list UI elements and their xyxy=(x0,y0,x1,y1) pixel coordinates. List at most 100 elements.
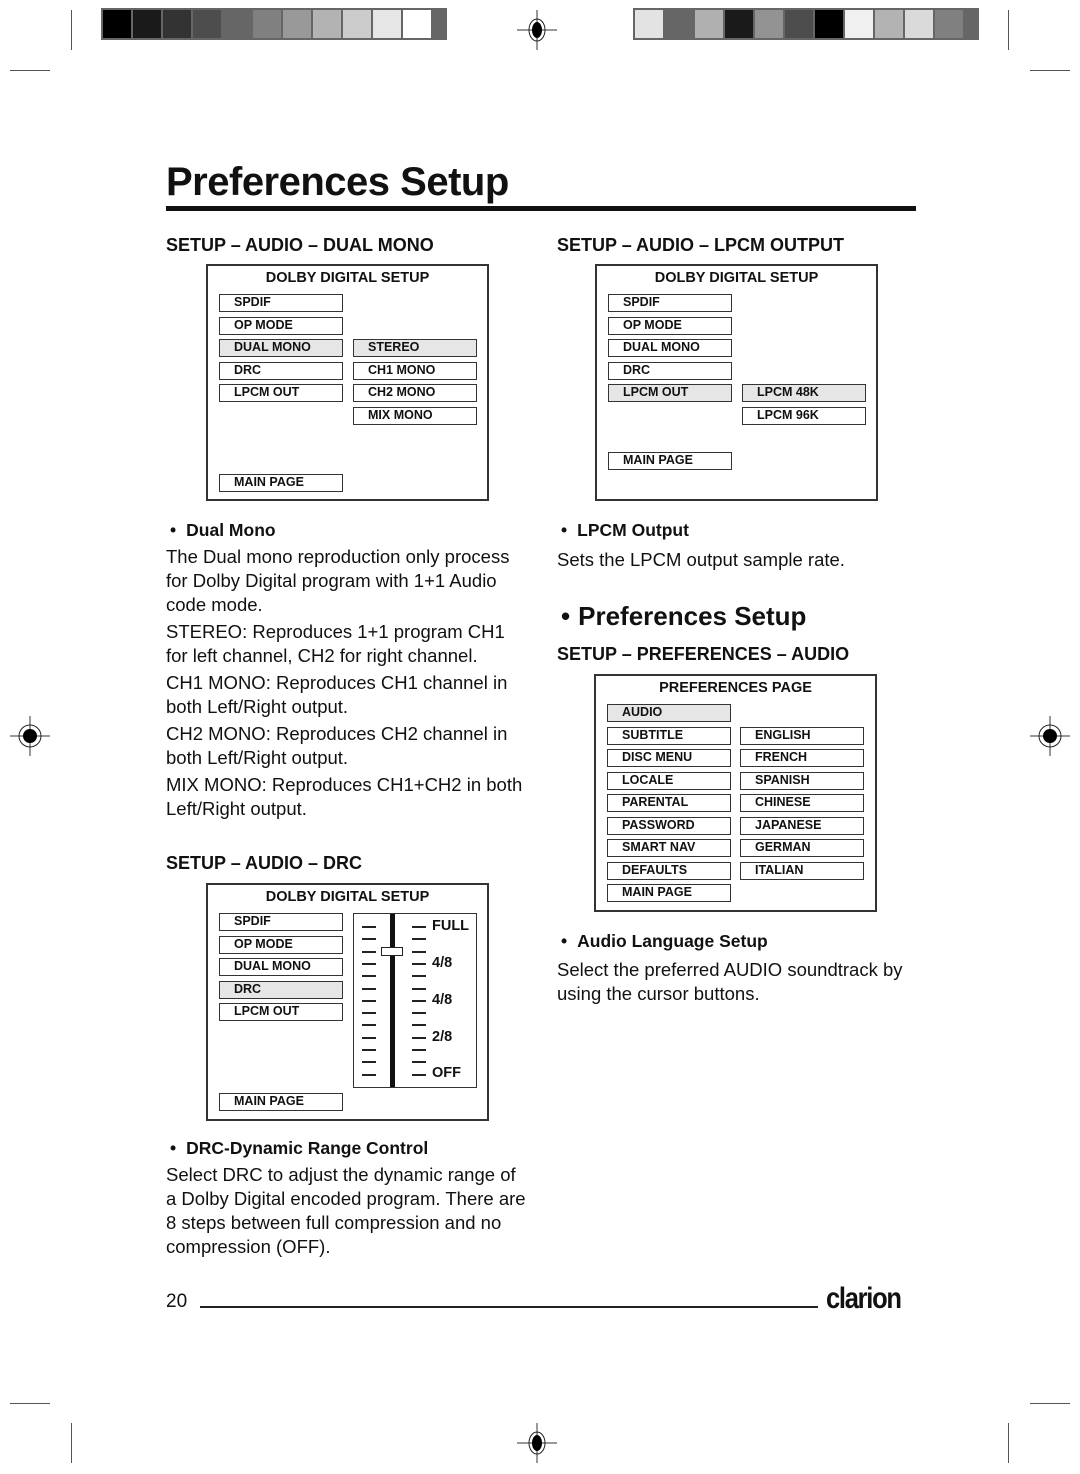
osd-language-option[interactable]: ITALIAN xyxy=(740,861,864,880)
osd-language-option[interactable]: FRENCH xyxy=(740,749,864,767)
gray-swatch xyxy=(253,10,281,38)
osd-option-ch1-mono[interactable]: CH1 MONO xyxy=(353,362,477,380)
osd-item-spdif[interactable]: SPDIF xyxy=(219,294,343,312)
paragraph: Sets the LPCM output sample rate. xyxy=(557,549,845,570)
osd-item-lpcm-out[interactable]: LPCM OUT xyxy=(608,384,732,402)
osd-title: DOLBY DIGITAL SETUP xyxy=(265,889,430,905)
slider-tick xyxy=(412,1024,426,1027)
osd-item-spdif[interactable]: SPDIF xyxy=(219,913,343,931)
osd-option-lpcm-96k[interactable]: LPCM 96K xyxy=(742,407,866,425)
osd-item-drc[interactable]: DRC xyxy=(219,981,343,999)
drc-slider[interactable]: FULL 4/8 4/8 2/8 OFF xyxy=(353,913,477,1088)
page-title: Preferences Setup xyxy=(166,160,509,204)
slider-tick xyxy=(412,1036,426,1039)
slider-tick xyxy=(412,999,426,1002)
gray-swatch xyxy=(133,10,161,38)
gray-swatch xyxy=(695,10,723,38)
gray-swatch xyxy=(815,10,843,38)
paragraph: CH1 MONO: Reproduces CH1 channel in both… xyxy=(166,672,508,717)
crop-mark xyxy=(10,1403,50,1404)
crop-mark xyxy=(71,1423,72,1463)
osd-menu-item[interactable]: SUBTITLE xyxy=(607,726,731,745)
paragraph: CH2 MONO: Reproduces CH2 channel in both… xyxy=(166,723,508,768)
slider-tick xyxy=(412,926,426,928)
paragraph: MIX MONO: Reproduces CH1+CH2 in both Lef… xyxy=(166,774,523,819)
gray-swatch xyxy=(785,10,813,38)
paragraph: STEREO: Reproduces 1+1 program CH1 for l… xyxy=(166,621,505,666)
dual-mono-text: The Dual mono reproduction only process … xyxy=(166,545,531,824)
gray-swatch xyxy=(845,10,873,38)
osd-menu-item[interactable]: LOCALE xyxy=(607,771,731,790)
drc-text: Select DRC to adjust the dynamic range o… xyxy=(166,1163,531,1262)
slider-tick xyxy=(412,975,426,978)
crop-mark xyxy=(1008,10,1009,50)
osd-item-drc[interactable]: DRC xyxy=(219,362,343,380)
osd-menu-item[interactable]: AUDIO xyxy=(607,704,731,722)
gray-swatch xyxy=(163,10,191,38)
osd-item-op-mode[interactable]: OP MODE xyxy=(219,317,343,335)
osd-item-dual-mono[interactable]: DUAL MONO xyxy=(608,339,732,357)
osd-item-dual-mono[interactable]: DUAL MONO xyxy=(219,958,343,976)
gray-swatch xyxy=(403,10,431,38)
osd-main-page-button[interactable]: MAIN PAGE xyxy=(219,474,343,492)
osd-item-op-mode[interactable]: OP MODE xyxy=(219,936,343,954)
slider-knob[interactable] xyxy=(381,946,403,956)
slider-tick xyxy=(412,950,426,953)
osd-item-op-mode[interactable]: OP MODE xyxy=(608,317,732,335)
osd-main-page-button[interactable]: MAIN PAGE xyxy=(219,1093,343,1111)
osd-item-drc[interactable]: DRC xyxy=(608,362,732,380)
preferences-section-title: • Preferences Setup xyxy=(561,601,806,632)
osd-item-lpcm-out[interactable]: LPCM OUT xyxy=(219,1003,343,1021)
slider-tick xyxy=(362,1049,376,1051)
osd-item-spdif[interactable]: SPDIF xyxy=(608,294,732,312)
osd-menu-item[interactable]: DISC MENU xyxy=(607,749,731,767)
slider-tick xyxy=(362,1073,376,1076)
osd-title: DOLBY DIGITAL SETUP xyxy=(654,270,819,286)
osd-item-dual-mono[interactable]: DUAL MONO xyxy=(219,339,343,357)
osd-menu-item[interactable]: SMART NAV xyxy=(607,839,731,857)
slider-label-4-8: 4/8 xyxy=(432,955,453,971)
slider-tick xyxy=(412,1073,426,1076)
slider-track xyxy=(390,914,395,1087)
paragraph: Select the preferred AUDIO soundtrack by… xyxy=(557,959,903,1004)
title-rule xyxy=(166,206,916,211)
dual-mono-osd: DOLBY DIGITAL SETUP SPDIF OP MODE DUAL M… xyxy=(206,264,489,501)
gray-swatch xyxy=(283,10,311,38)
osd-menu-item[interactable]: MAIN PAGE xyxy=(607,884,731,902)
paragraph: Select DRC to adjust the dynamic range o… xyxy=(166,1164,526,1257)
slider-tick xyxy=(362,1036,376,1039)
gray-swatch xyxy=(103,10,131,38)
osd-menu-item[interactable]: PASSWORD xyxy=(607,816,731,835)
lpcm-osd: DOLBY DIGITAL SETUP SPDIF OP MODE DUAL M… xyxy=(595,264,878,501)
crop-mark xyxy=(1030,1403,1070,1404)
osd-language-option[interactable]: CHINESE xyxy=(740,794,864,812)
osd-language-option[interactable]: GERMAN xyxy=(740,839,864,857)
osd-title: PREFERENCES PAGE xyxy=(659,680,812,696)
slider-tick xyxy=(362,987,376,990)
calibration-bar-right xyxy=(633,8,979,40)
slider-tick xyxy=(362,975,376,978)
slider-tick xyxy=(412,987,426,990)
osd-option-mix-mono[interactable]: MIX MONO xyxy=(353,407,477,425)
dual-mono-bullet: Dual Mono xyxy=(170,520,275,541)
gray-swatch xyxy=(665,10,693,38)
osd-option-stereo[interactable]: STEREO xyxy=(353,339,477,357)
crop-mark xyxy=(1008,1423,1009,1463)
osd-option-lpcm-48k[interactable]: LPCM 48K xyxy=(742,384,866,402)
osd-language-option[interactable]: SPANISH xyxy=(740,771,864,790)
audio-language-bullet: Audio Language Setup xyxy=(561,931,768,952)
osd-main-page-button[interactable]: MAIN PAGE xyxy=(608,452,732,470)
paragraph: The Dual mono reproduction only process … xyxy=(166,546,510,615)
lpcm-heading: SETUP – AUDIO – LPCM OUTPUT xyxy=(557,235,845,255)
gray-swatch xyxy=(313,10,341,38)
osd-menu-item[interactable]: PARENTAL xyxy=(607,794,731,812)
calibration-bar-left xyxy=(101,8,447,40)
osd-language-option[interactable]: JAPANESE xyxy=(740,816,864,835)
osd-menu-item[interactable]: DEFAULTS xyxy=(607,861,731,880)
osd-language-option[interactable]: ENGLISH xyxy=(740,726,864,745)
gray-swatch xyxy=(755,10,783,38)
osd-option-ch2-mono[interactable]: CH2 MONO xyxy=(353,384,477,402)
slider-tick xyxy=(362,1061,376,1064)
gray-swatch xyxy=(905,10,933,38)
osd-item-lpcm-out[interactable]: LPCM OUT xyxy=(219,384,343,402)
